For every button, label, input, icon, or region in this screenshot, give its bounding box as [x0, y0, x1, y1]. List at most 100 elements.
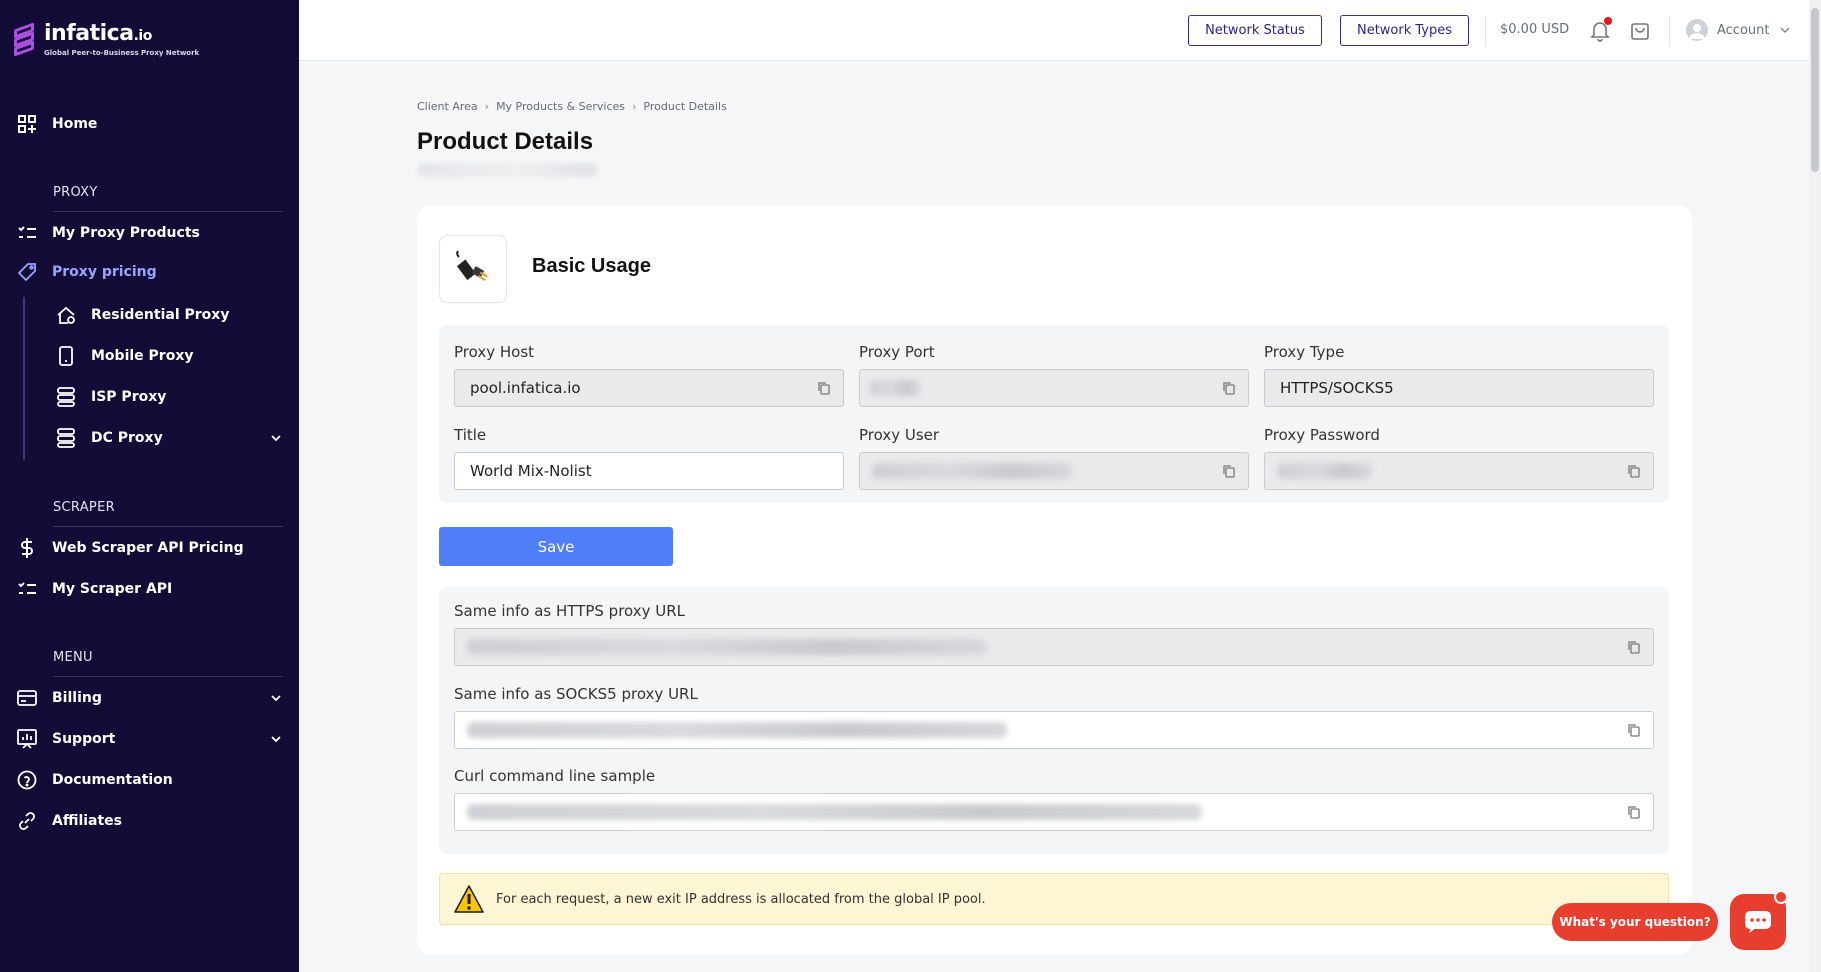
divider: [1669, 16, 1670, 46]
avatar: [1686, 19, 1708, 41]
redacted-value: [870, 380, 920, 396]
sidebar-item-isp-proxy[interactable]: ISP Proxy: [0, 379, 299, 415]
redacted-value: [467, 722, 1007, 738]
proxy-type-field: HTTPS/SOCKS5: [1264, 369, 1654, 407]
brand-name: infatica.io: [44, 21, 152, 46]
plug-icon: [456, 250, 488, 282]
breadcrumb-client-area[interactable]: Client Area: [417, 100, 478, 113]
redacted-value: [872, 463, 1072, 479]
sidebar-item-label: Billing: [52, 690, 102, 706]
sidebar-item-label: ISP Proxy: [91, 389, 167, 405]
proxy-password-field[interactable]: [1264, 452, 1654, 490]
sidebar-item-support[interactable]: Support: [0, 721, 299, 757]
sidebar-item-label: Documentation: [52, 772, 173, 788]
copy-icon[interactable]: [1222, 381, 1236, 395]
sidebar-item-label: Affiliates: [52, 813, 123, 829]
account-menu[interactable]: Account: [1686, 19, 1792, 41]
user-icon: [1689, 24, 1705, 39]
sidebar-item-dc-proxy[interactable]: DC Proxy: [0, 420, 299, 456]
chat-notification-dot: [1774, 890, 1788, 904]
proxy-url-panel: Same info as HTTPS proxy URL Same info a…: [439, 587, 1669, 854]
divider: [53, 211, 283, 212]
sidebar-item-proxy-pricing[interactable]: Proxy pricing: [0, 254, 299, 290]
proxy-type-label: Proxy Type: [1264, 343, 1345, 361]
breadcrumb-my-products[interactable]: My Products & Services: [496, 100, 625, 113]
sidebar-item-affiliates[interactable]: Affiliates: [0, 803, 299, 839]
save-button[interactable]: Save: [439, 527, 673, 566]
title-input[interactable]: World Mix-Nolist: [454, 452, 844, 490]
notification-dot: [1604, 17, 1612, 25]
topbar: Network Status Network Types $0.00 USD A…: [299, 0, 1809, 61]
cart-button[interactable]: [1627, 18, 1653, 44]
sidebar-item-label: Proxy pricing: [52, 264, 157, 280]
copy-icon[interactable]: [1627, 723, 1641, 737]
sidebar-item-home[interactable]: Home: [0, 106, 299, 142]
sidebar-item-label: My Proxy Products: [52, 225, 200, 241]
account-balance: $0.00 USD: [1500, 22, 1570, 37]
proxy-host-field[interactable]: pool.infatica.io: [454, 369, 844, 407]
copy-icon[interactable]: [1627, 464, 1641, 478]
dashboard-icon: [16, 113, 38, 135]
brand-logo[interactable]: infatica.io Global Peer-to-Business Prox…: [12, 22, 199, 58]
network-status-button[interactable]: Network Status: [1188, 15, 1322, 46]
sidebar-item-billing[interactable]: Billing: [0, 680, 299, 716]
network-types-button[interactable]: Network Types: [1340, 15, 1469, 46]
section-label-scraper: SCRAPER: [53, 500, 115, 515]
chat-prompt-bubble[interactable]: What's your question?: [1552, 903, 1718, 941]
copy-icon[interactable]: [1627, 640, 1641, 654]
account-label: Account: [1717, 22, 1770, 38]
socks5-url-field[interactable]: [454, 711, 1654, 749]
sidebar-item-label: My Scraper API: [52, 581, 173, 597]
title-value: World Mix-Nolist: [470, 462, 592, 480]
product-icon: [439, 235, 507, 303]
sidebar-item-documentation[interactable]: Documentation: [0, 762, 299, 798]
server-icon: [55, 386, 77, 408]
proxy-port-field[interactable]: [859, 369, 1249, 407]
chevron-down-icon: [1779, 27, 1790, 34]
house-icon: [55, 304, 77, 326]
section-label-menu: MENU: [53, 650, 93, 665]
breadcrumb-product-details: Product Details: [643, 100, 727, 113]
sidebar-item-residential-proxy[interactable]: Residential Proxy: [0, 297, 299, 333]
divider: [1485, 16, 1486, 46]
proxy-host-label: Proxy Host: [454, 343, 535, 361]
sidebar-item-label: Mobile Proxy: [91, 348, 194, 364]
proxy-user-label: Proxy User: [859, 426, 940, 444]
proxy-host-value: pool.infatica.io: [470, 379, 581, 397]
curl-sample-label: Curl command line sample: [454, 767, 656, 785]
sidebar-item-my-scraper-api[interactable]: My Scraper API: [0, 571, 299, 607]
proxy-user-field[interactable]: [859, 452, 1249, 490]
sidebar-item-label: Residential Proxy: [91, 307, 230, 323]
chevron-down-icon: [271, 435, 281, 442]
card-title: Basic Usage: [532, 255, 651, 277]
title-label: Title: [454, 426, 487, 444]
scrollbar-thumb[interactable]: [1811, 8, 1819, 172]
brand-tagline: Global Peer-to-Business Proxy Network: [44, 49, 200, 57]
copy-icon[interactable]: [817, 381, 831, 395]
https-url-label: Same info as HTTPS proxy URL: [454, 602, 686, 620]
redacted-value: [1277, 463, 1372, 479]
chevron-down-icon: [271, 736, 281, 743]
chevron-right-icon: ›: [484, 100, 490, 113]
copy-icon[interactable]: [1222, 464, 1236, 478]
dollar-icon: [16, 537, 38, 559]
proxy-password-label: Proxy Password: [1264, 426, 1380, 444]
sidebar-item-my-proxy-products[interactable]: My Proxy Products: [0, 215, 299, 251]
https-url-field[interactable]: [454, 628, 1654, 666]
shopping-bag-icon: [1631, 23, 1649, 40]
warning-icon: [454, 885, 484, 913]
tag-icon: [16, 261, 38, 283]
curl-sample-field[interactable]: [454, 793, 1654, 831]
page-title: Product Details: [417, 128, 594, 155]
copy-icon[interactable]: [1627, 805, 1641, 819]
logo-icon: [12, 22, 36, 58]
section-label-proxy: PROXY: [53, 185, 98, 200]
sidebar-item-mobile-proxy[interactable]: Mobile Proxy: [0, 338, 299, 374]
question-circle-icon: [16, 769, 38, 791]
notifications-button[interactable]: [1587, 17, 1613, 44]
sidebar-item-web-scraper-pricing[interactable]: Web Scraper API Pricing: [0, 530, 299, 566]
sidebar-item-label: Home: [52, 116, 98, 132]
info-alert: For each request, a new exit IP address …: [439, 873, 1669, 925]
breadcrumb: Client Area › My Products & Services › P…: [417, 100, 727, 113]
sidebar: infatica.io Global Peer-to-Business Prox…: [0, 0, 299, 972]
